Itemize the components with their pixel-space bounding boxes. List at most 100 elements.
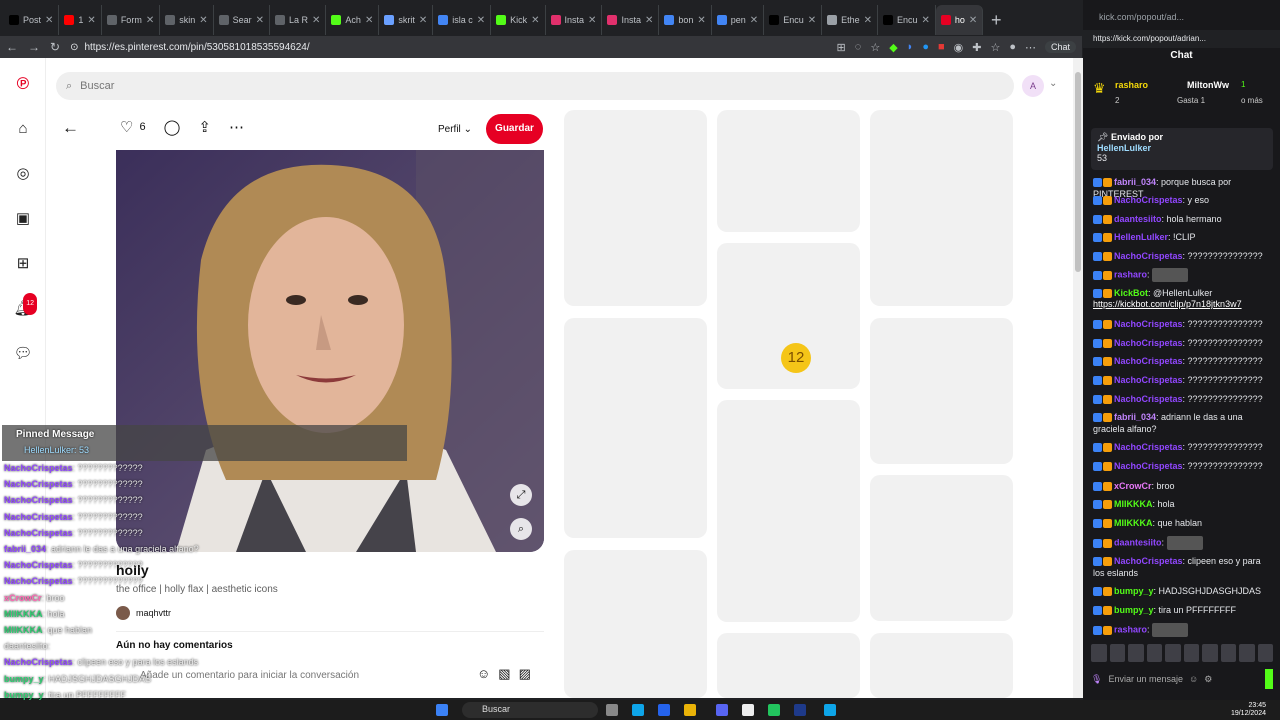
back-arrow-icon[interactable]: ← <box>62 118 79 138</box>
app-icon[interactable] <box>768 704 780 716</box>
pin-tile[interactable] <box>564 110 707 306</box>
settings-icon[interactable]: ⚙ <box>1204 674 1212 685</box>
browser-tab[interactable]: 1 ✕ <box>59 5 102 35</box>
taskbar-search[interactable]: Buscar <box>462 702 598 718</box>
windows-start-icon[interactable] <box>436 704 448 716</box>
tab-close-icon[interactable]: ✕ <box>864 15 872 26</box>
browser-tab[interactable]: skrit ✕ <box>379 5 434 35</box>
scrollbar-thumb[interactable] <box>1075 72 1081 272</box>
browser-tab[interactable]: Sear ✕ <box>214 5 271 35</box>
tab-close-icon[interactable]: ✕ <box>312 15 320 26</box>
tab-close-icon[interactable]: ✕ <box>256 15 264 26</box>
comment-icon[interactable]: ◯ <box>164 118 181 136</box>
boards-icon[interactable]: ▣ <box>13 209 33 229</box>
chat-link[interactable]: https://kickbot.com/clip/p7n18jtkn3w7 <box>1093 299 1242 309</box>
tab-close-icon[interactable]: ✕ <box>969 15 977 26</box>
browser-tab[interactable]: Form ✕ <box>102 5 161 35</box>
menu-icon[interactable]: ⋯ <box>1025 41 1036 54</box>
chat-username[interactable]: MIIKKKA <box>1114 518 1153 528</box>
save-button[interactable]: Guardar <box>486 114 543 144</box>
star-icon[interactable]: ☆ <box>870 41 880 54</box>
chat-username[interactable]: fabrii_034 <box>1114 177 1156 187</box>
pin-tile[interactable] <box>564 318 707 538</box>
profile-icon[interactable]: ● <box>1009 41 1016 53</box>
page-scrollbar[interactable] <box>1073 58 1083 698</box>
browser-tab[interactable]: La R ✕ <box>270 5 327 35</box>
pin-tile[interactable] <box>870 110 1013 306</box>
chat-username[interactable]: KickBot <box>1114 288 1148 298</box>
browser-tab[interactable]: Post ✕ <box>4 5 60 35</box>
chat-username[interactable]: NachoCrispetas <box>1114 251 1183 261</box>
chat-username[interactable]: daantesiito <box>1114 214 1162 224</box>
gifter-1-name[interactable]: rasharo <box>1115 80 1148 90</box>
sticker-icon[interactable]: ▧ <box>498 666 510 682</box>
emote-icon[interactable] <box>1109 644 1125 662</box>
pin-tile[interactable] <box>870 475 1013 621</box>
chat-username[interactable]: rasharo <box>1114 624 1147 634</box>
emoji-icon[interactable]: ☺ <box>477 666 490 682</box>
extension-icon[interactable]: ◗ <box>907 41 914 53</box>
pinterest-logo-icon[interactable]: ℗ <box>13 74 33 94</box>
explorer-icon[interactable] <box>684 704 696 716</box>
address-bar[interactable]: ⊙ https://es.pinterest.com/pin/530581018… <box>70 42 770 53</box>
new-tab-button[interactable]: + <box>983 10 1009 31</box>
chat-input[interactable]: 🎙︎ Enviar un mensaje ☺ ⚙ <box>1091 664 1273 694</box>
chat-username[interactable]: NachoCrispetas <box>1114 319 1183 329</box>
chat-username[interactable]: xCrowCr <box>1114 481 1152 491</box>
more-icon[interactable]: ⋯ <box>229 118 244 136</box>
chat-username[interactable]: NachoCrispetas <box>1114 394 1183 404</box>
site-info-icon[interactable]: ⊙ <box>70 42 78 53</box>
chat-username[interactable]: NachoCrispetas <box>1114 375 1183 385</box>
browser-tab[interactable]: Ach ✕ <box>326 5 380 35</box>
emote-icon[interactable] <box>1128 644 1144 662</box>
pin-tile[interactable] <box>717 110 860 232</box>
back-icon[interactable]: ← <box>6 40 18 54</box>
image-icon[interactable]: ▨ <box>519 666 531 682</box>
tab-close-icon[interactable]: ✕ <box>645 15 653 26</box>
avatar[interactable]: A <box>1022 75 1044 97</box>
pin-tile[interactable] <box>870 318 1013 464</box>
chrome-icon[interactable] <box>742 704 754 716</box>
pin-tile[interactable] <box>717 400 860 622</box>
emote-icon[interactable] <box>1202 644 1218 662</box>
chevron-down-icon[interactable]: ⌄ <box>1049 78 1057 89</box>
extension-icon[interactable]: ● <box>922 41 929 53</box>
emote-icon[interactable] <box>1220 644 1236 662</box>
tab-close-icon[interactable]: ✕ <box>45 15 53 26</box>
taskbar-clock[interactable]: 23:45 19/12/2024 <box>1231 702 1266 718</box>
browser-tab[interactable]: Insta ✕ <box>546 5 603 35</box>
create-icon[interactable]: ⊞ <box>13 254 33 274</box>
pin-tile[interactable] <box>870 633 1013 698</box>
emoji-icon[interactable]: ☺ <box>1189 674 1198 684</box>
chat-username[interactable]: NachoCrispetas <box>1114 356 1183 366</box>
extension-icon[interactable]: ◉ <box>954 41 964 54</box>
tab-close-icon[interactable]: ✕ <box>697 15 705 26</box>
tab-close-icon[interactable]: ✕ <box>808 15 816 26</box>
browser-tab[interactable]: ho ✕ <box>935 5 984 35</box>
extension-icon[interactable]: ■ <box>938 41 945 53</box>
browser-tab[interactable]: Encu ✕ <box>878 5 936 35</box>
chat-username[interactable]: NachoCrispetas <box>1114 338 1183 348</box>
discord-icon[interactable] <box>716 704 728 716</box>
home-icon[interactable]: ⌂ <box>13 119 33 139</box>
send-button[interactable] <box>1265 669 1273 689</box>
tab-close-icon[interactable]: ✕ <box>531 15 539 26</box>
pin-tile[interactable] <box>564 550 707 698</box>
chat-username[interactable]: bumpy_y <box>1114 586 1154 596</box>
eye-off-icon[interactable]: ◌ <box>855 41 862 53</box>
browser-tab[interactable]: pen ✕ <box>712 5 765 35</box>
install-icon[interactable]: ⊞ <box>837 41 846 54</box>
emote-icon[interactable] <box>1183 644 1199 662</box>
pinned-user[interactable]: HellenLulker <box>1097 143 1151 153</box>
pin-tile[interactable] <box>717 633 860 698</box>
copilot-chat-button[interactable]: Chat <box>1044 41 1076 53</box>
tab-close-icon[interactable]: ✕ <box>750 15 758 26</box>
share-icon[interactable]: ⇪ <box>198 118 211 136</box>
chat-username[interactable]: NachoCrispetas <box>1114 442 1183 452</box>
app-icon[interactable] <box>824 704 836 716</box>
tab-close-icon[interactable]: ✕ <box>87 15 95 26</box>
chat-username[interactable]: NachoCrispetas <box>1114 195 1183 205</box>
pinned-message[interactable]: 📌︎ Enviado por HellenLulker 53 <box>1091 128 1273 170</box>
store-icon[interactable] <box>658 704 670 716</box>
search-input[interactable]: ⌕ Buscar <box>56 72 1014 100</box>
